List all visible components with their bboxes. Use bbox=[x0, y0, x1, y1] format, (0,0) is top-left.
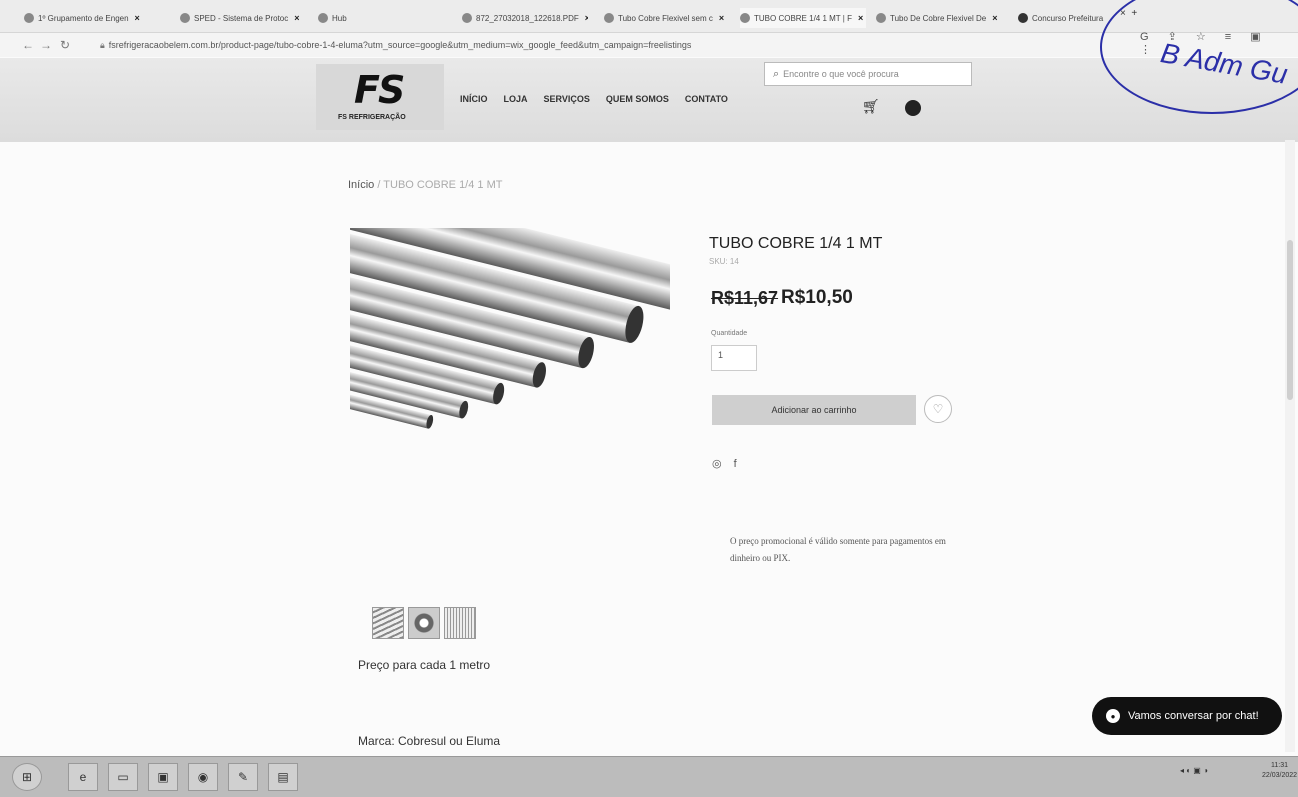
system-tray-icons[interactable]: ◂ ◐ ▣ ◑ bbox=[1180, 766, 1208, 775]
promo-note: O preço promocional é válido somente par… bbox=[730, 536, 946, 563]
product-sku: SKU: 14 bbox=[709, 257, 739, 266]
cart-icon[interactable]: 🛒︎ bbox=[862, 98, 880, 115]
close-icon[interactable]: × bbox=[294, 13, 299, 23]
product-title: TUBO COBRE 1/4 1 MT bbox=[709, 235, 883, 252]
quantity-stepper[interactable]: 1 bbox=[711, 345, 757, 371]
add-to-cart-button[interactable]: Adicionar ao carrinho bbox=[712, 395, 916, 425]
menu-item-contato[interactable]: CONTATO bbox=[685, 94, 728, 104]
thumbnail[interactable] bbox=[408, 607, 440, 639]
start-icon[interactable]: ⊞ bbox=[12, 763, 42, 791]
lock-icon: 🔒︎ bbox=[100, 40, 105, 50]
facebook-icon[interactable]: f bbox=[734, 458, 749, 470]
ie-icon[interactable]: e bbox=[68, 763, 98, 791]
tab-favicon-icon bbox=[604, 13, 614, 23]
browser-tab-active[interactable]: TUBO COBRE 1/4 1 MT | F × bbox=[740, 8, 866, 28]
back-icon[interactable]: ← bbox=[22, 38, 34, 52]
thumbnail-gallery bbox=[372, 607, 476, 639]
scrollbar[interactable] bbox=[1285, 140, 1295, 752]
breadcrumb: Início / TUBO COBRE 1/4 1 MT bbox=[348, 179, 503, 191]
chat-button[interactable]: ● Vamos conversar por chat! bbox=[1092, 697, 1282, 735]
forward-icon[interactable]: → bbox=[40, 38, 52, 52]
breadcrumb-current: TUBO COBRE 1/4 1 MT bbox=[383, 179, 503, 191]
scrollbar-thumb[interactable] bbox=[1287, 240, 1293, 400]
search-input[interactable]: ⌕ Encontre o que você procura bbox=[764, 62, 972, 86]
browser-tab[interactable]: SPED - Sistema de Protoc × bbox=[180, 8, 310, 28]
product-image[interactable] bbox=[350, 228, 670, 473]
share-links: ◎f bbox=[712, 457, 749, 470]
search-icon: ⌕ bbox=[773, 67, 780, 80]
tab-favicon-icon bbox=[180, 13, 190, 23]
logo-text: FS REFRIGERAÇÃO bbox=[338, 114, 406, 121]
logo-mark: FS bbox=[354, 68, 405, 112]
close-icon[interactable]: × bbox=[135, 13, 140, 23]
browser-tab[interactable]: Tubo De Cobre Flexivel De × bbox=[876, 8, 1004, 28]
close-icon[interactable]: × bbox=[719, 13, 724, 23]
menu-item-inicio[interactable]: INÍCIO bbox=[460, 94, 488, 104]
old-price: R$11,67 bbox=[711, 288, 779, 308]
thumbnail[interactable] bbox=[444, 607, 476, 639]
tab-favicon-icon bbox=[740, 13, 750, 23]
menu-item-quem-somos[interactable]: QUEM SOMOS bbox=[606, 94, 669, 104]
browser-tab[interactable]: Tubo Cobre Flexivel sem c × bbox=[604, 8, 726, 28]
close-icon[interactable]: × bbox=[992, 13, 997, 23]
browser-tab[interactable]: Concurso Prefeitura bbox=[1018, 8, 1118, 28]
tab-favicon-icon bbox=[24, 13, 34, 23]
breadcrumb-home[interactable]: Início bbox=[348, 179, 374, 191]
close-icon[interactable]: × bbox=[858, 13, 863, 23]
reload-icon[interactable]: ↻ bbox=[60, 38, 70, 52]
url-field[interactable]: 🔒︎ fsrefrigeracaobelem.com.br/product-pag… bbox=[100, 40, 691, 51]
document-icon[interactable]: ▤ bbox=[268, 763, 298, 791]
user-icon[interactable] bbox=[905, 100, 921, 116]
tab-favicon-icon bbox=[876, 13, 886, 23]
clock[interactable]: 11:31 22/03/2022 bbox=[1262, 761, 1297, 781]
tab-favicon-icon bbox=[318, 13, 328, 23]
menu-item-servicos[interactable]: SERVIÇOS bbox=[544, 94, 590, 104]
close-icon[interactable]: × bbox=[585, 13, 588, 23]
main-menu: INÍCIO LOJA SERVIÇOS QUEM SOMOS CONTATO bbox=[460, 94, 728, 104]
browser-tab[interactable]: 872_27032018_122618.PDF × bbox=[462, 8, 588, 28]
explorer-icon[interactable]: ▭ bbox=[108, 763, 138, 791]
thumbnail[interactable] bbox=[372, 607, 404, 639]
media-icon[interactable]: ▣ bbox=[148, 763, 178, 791]
chat-icon: ● bbox=[1106, 709, 1120, 723]
description-line: Preço para cada 1 metro bbox=[358, 658, 491, 672]
new-price: R$10,50 bbox=[781, 287, 853, 308]
quantity-label: Quantidade bbox=[711, 330, 748, 337]
chrome-icon[interactable]: ◉ bbox=[188, 763, 218, 791]
browser-tab[interactable]: 1º Grupamento de Engen × bbox=[24, 8, 174, 28]
paint-icon[interactable]: ✎ bbox=[228, 763, 258, 791]
browser-tab[interactable]: Hub bbox=[318, 8, 458, 28]
description-line: Marca: Cobresul ou Eluma bbox=[358, 734, 501, 748]
tab-favicon-icon bbox=[462, 13, 472, 23]
whatsapp-icon[interactable]: ◎ bbox=[712, 458, 734, 470]
heart-icon[interactable]: ♡ bbox=[924, 395, 952, 423]
menu-item-loja[interactable]: LOJA bbox=[504, 94, 528, 104]
tab-favicon-icon bbox=[1018, 13, 1028, 23]
